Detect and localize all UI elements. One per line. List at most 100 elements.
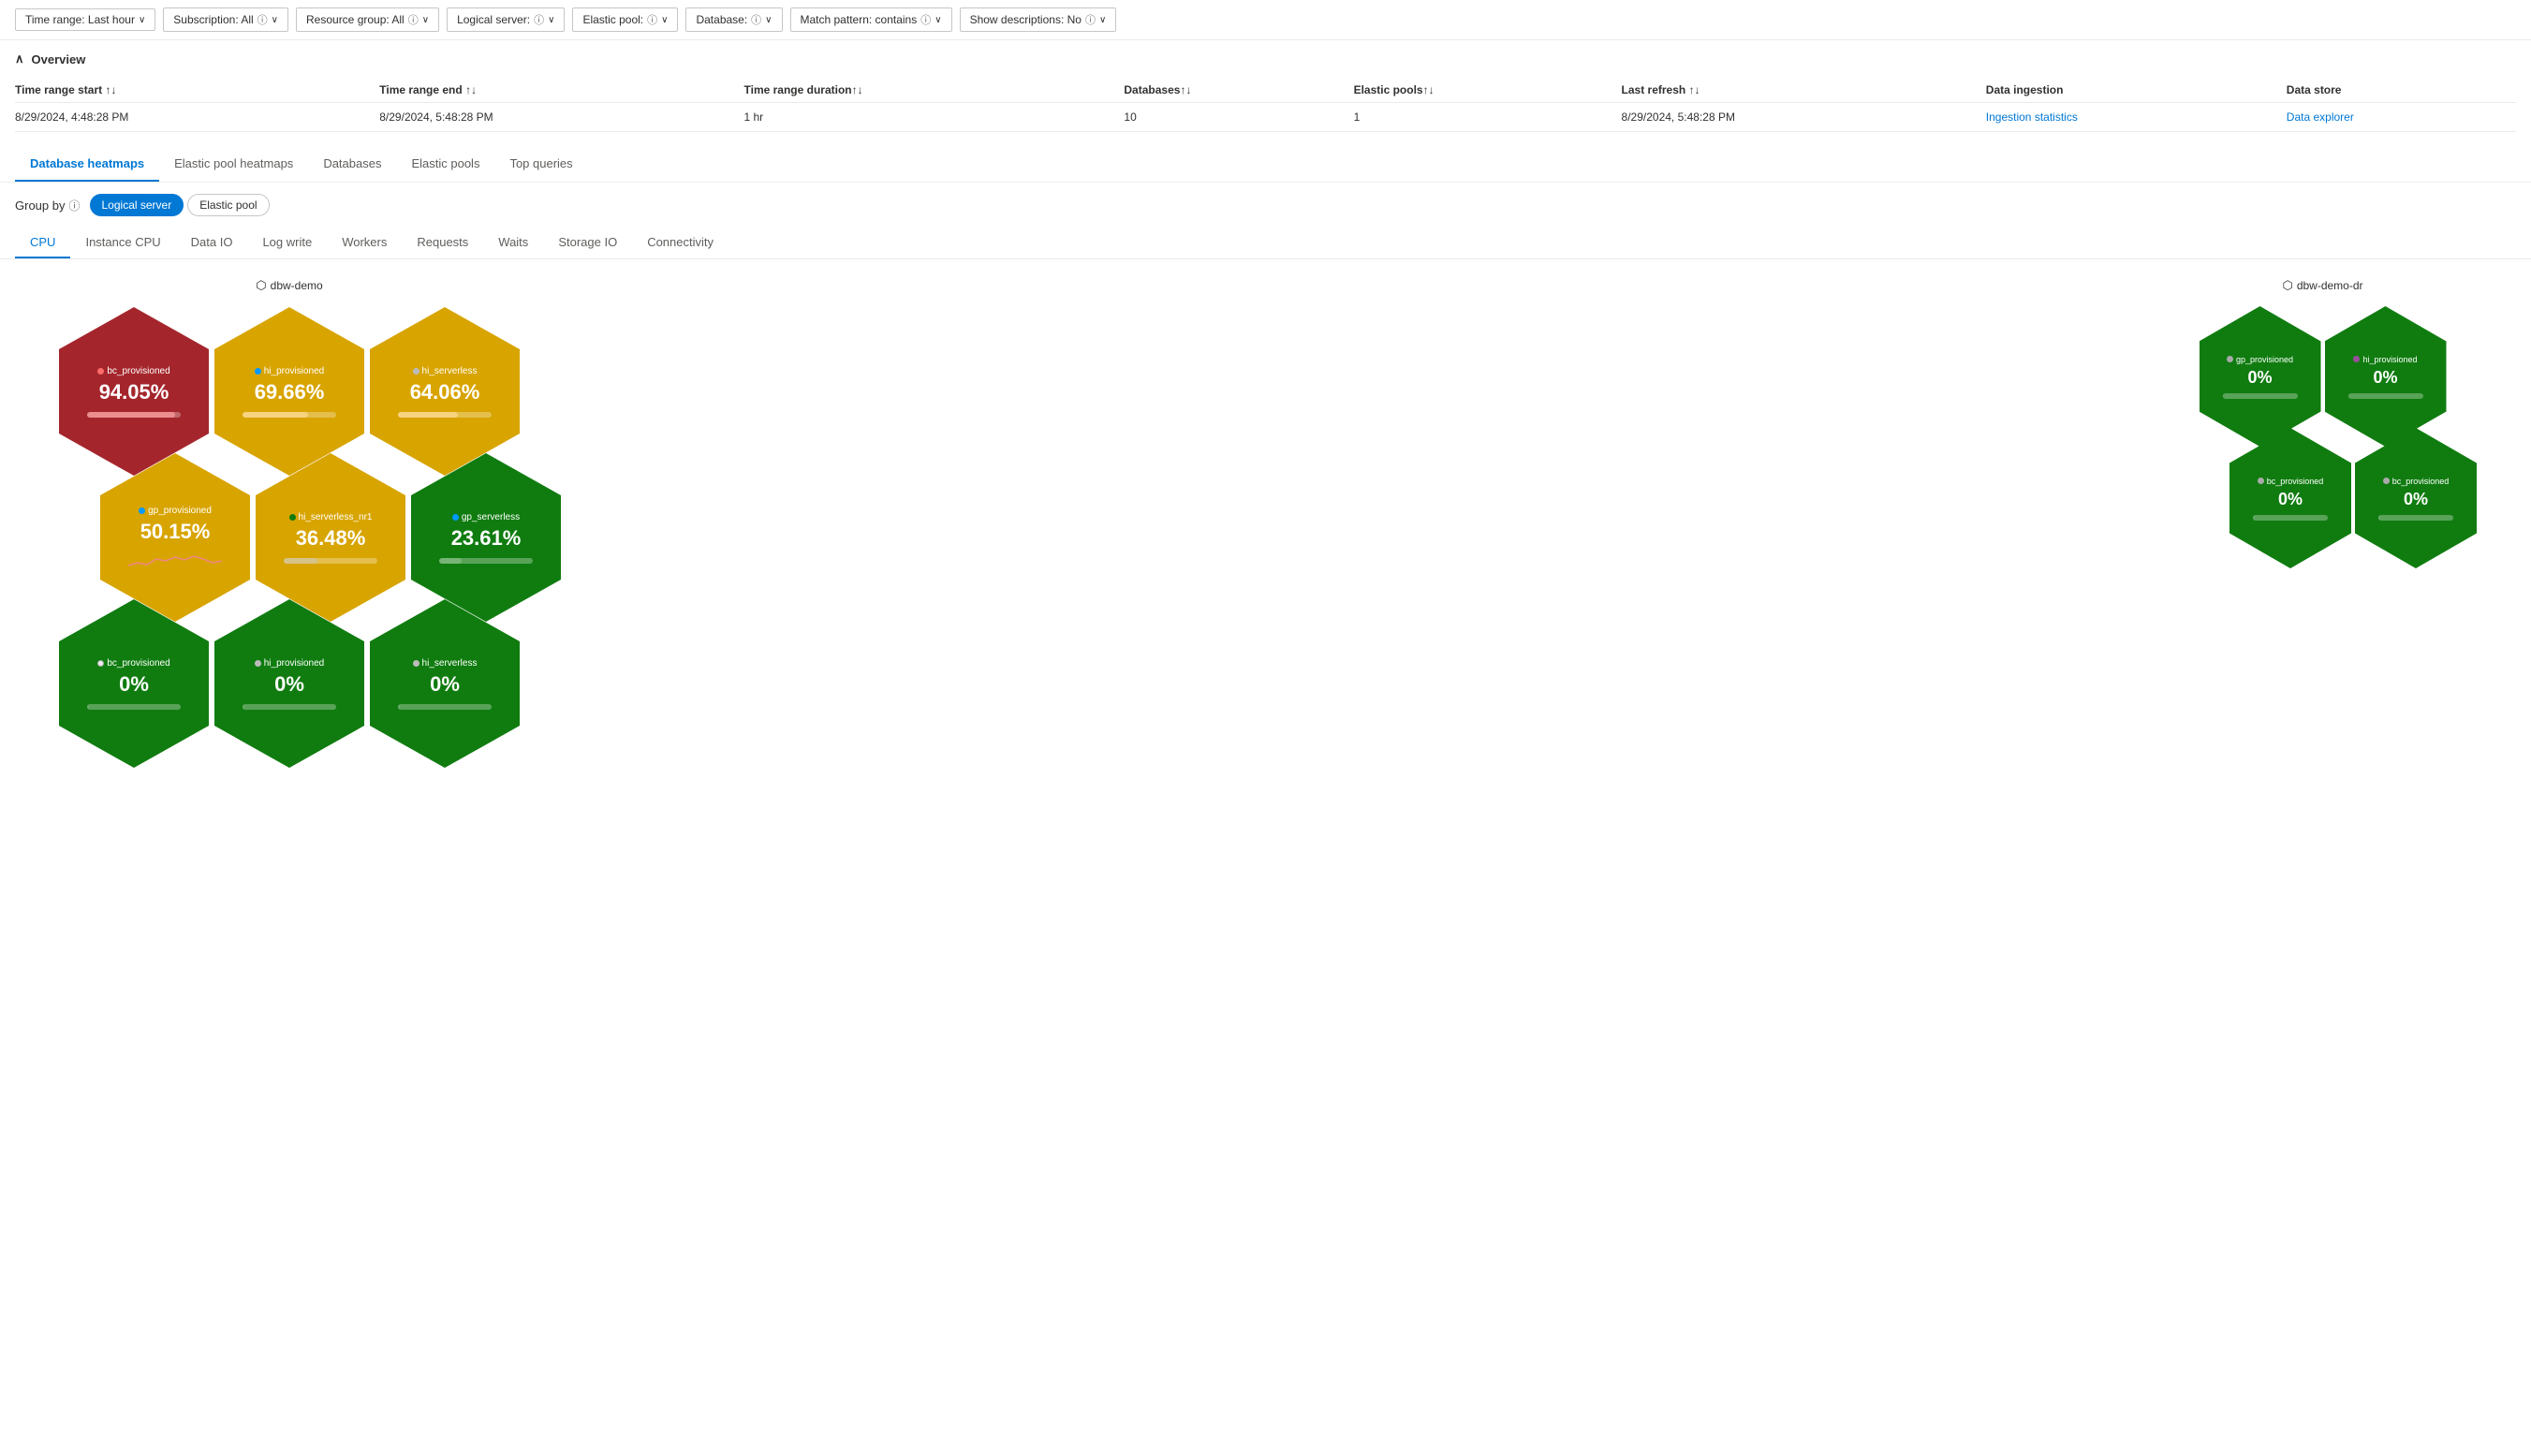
col-duration[interactable]: Time range duration↑↓: [744, 78, 1125, 103]
filter-label: Time range: Last hour: [25, 13, 135, 26]
tab-elastic-pools[interactable]: Elastic pools: [396, 147, 494, 182]
sub-tab-instance-cpu[interactable]: Instance CPU: [70, 228, 175, 258]
cluster-dbw-demo-dr-label: ⬡ dbw-demo-dr: [2282, 278, 2362, 293]
sub-tab-connectivity[interactable]: Connectivity: [632, 228, 728, 258]
sort-icon: ↑↓: [1689, 83, 1700, 96]
group-logical-server-btn[interactable]: Logical server: [90, 194, 184, 216]
group-by-section: Group by ⓘ Logical server Elastic pool: [0, 183, 2531, 228]
subscription-filter[interactable]: Subscription: All ⓘ ∨: [163, 7, 288, 32]
cell-last-refresh: 8/29/2024, 5:48:28 PM: [1622, 103, 1986, 132]
filter-label: Match pattern: contains: [801, 13, 918, 26]
overview-header[interactable]: ∧ Overview: [15, 51, 2516, 66]
sub-tab-cpu[interactable]: CPU: [15, 228, 70, 258]
filter-label: Logical server:: [457, 13, 530, 26]
hex-hi-provisioned-69[interactable]: hi_provisioned 69.66%: [214, 307, 364, 476]
col-elastic-pools[interactable]: Elastic pools↑↓: [1354, 78, 1622, 103]
info-icon: ⓘ: [1085, 12, 1096, 27]
filter-label: Database:: [696, 13, 747, 26]
elastic-pool-filter[interactable]: Elastic pool: ⓘ ∨: [572, 7, 678, 32]
tab-databases[interactable]: Databases: [308, 147, 396, 182]
hex-dr-bc-provisioned-1[interactable]: bc_provisioned 0%: [2229, 428, 2351, 568]
sort-icon: ↑↓: [1423, 83, 1435, 96]
overview-section: ∧ Overview Time range start ↑↓ Time rang…: [0, 40, 2531, 132]
main-tabs: Database heatmaps Elastic pool heatmaps …: [0, 147, 2531, 183]
hex-bc-provisioned-94[interactable]: bc_provisioned 94.05%: [59, 307, 209, 476]
col-databases[interactable]: Databases↑↓: [1124, 78, 1353, 103]
data-explorer-link[interactable]: Data explorer: [2287, 110, 2354, 124]
cluster-dbw-demo-label: ⬡ dbw-demo: [256, 278, 322, 293]
sub-tab-log-write[interactable]: Log write: [247, 228, 327, 258]
show-descriptions-filter[interactable]: Show descriptions: Noⓘ∨: [960, 7, 1117, 32]
tab-top-queries[interactable]: Top queries: [494, 147, 587, 182]
time-range-filter[interactable]: Time range: Last hour ∨: [15, 8, 155, 31]
table-row: 8/29/2024, 4:48:28 PM 8/29/2024, 5:48:28…: [15, 103, 2516, 132]
cell-duration: 1 hr: [744, 103, 1125, 132]
sub-tab-data-io[interactable]: Data IO: [176, 228, 248, 258]
sub-tab-requests[interactable]: Requests: [402, 228, 483, 258]
hex-dr-bc-provisioned-2[interactable]: bc_provisioned 0%: [2355, 428, 2477, 568]
tab-elastic-pool-heatmaps[interactable]: Elastic pool heatmaps: [159, 147, 308, 182]
group-by-options: Logical server Elastic pool: [90, 194, 270, 216]
chevron-down-icon: ∨: [765, 15, 772, 25]
sub-tab-workers[interactable]: Workers: [327, 228, 402, 258]
logical-server-filter[interactable]: Logical server: ⓘ∨: [447, 7, 565, 32]
sort-icon: ↑↓: [852, 83, 863, 96]
overview-chevron: ∧: [15, 51, 24, 66]
sort-icon: ↑↓: [105, 83, 116, 96]
hex-hi-serverless-64[interactable]: hi_serverless 64.06%: [370, 307, 520, 476]
cell-data-store[interactable]: Data explorer: [2287, 103, 2516, 132]
sort-icon: ↑↓: [465, 83, 477, 96]
hex-gp-serverless-23[interactable]: gp_serverless 23.61%: [411, 453, 561, 622]
sub-tab-waits[interactable]: Waits: [483, 228, 543, 258]
sort-icon: ↑↓: [1180, 83, 1191, 96]
info-icon: ⓘ: [647, 12, 657, 27]
filter-bar: Time range: Last hour ∨ Subscription: All ⓘ…: [0, 0, 2531, 40]
table-header-row: Time range start ↑↓ Time range end ↑↓ Ti…: [15, 78, 2516, 103]
hex-dr-gp-provisioned[interactable]: gp_provisioned 0%: [2200, 306, 2321, 447]
hex-hi-serverless-nr1-36[interactable]: hi_serverless_nr1 36.48%: [256, 453, 405, 622]
cluster-dbw-demo-dr: ⬡ dbw-demo-dr gp_provisioned 0%: [2167, 278, 2479, 771]
hex-bc-provisioned-0-1[interactable]: bc_provisioned 0%: [59, 599, 209, 768]
info-icon: ⓘ: [534, 12, 544, 27]
ingestion-statistics-link[interactable]: Ingestion statistics: [1986, 110, 2078, 124]
filter-label: Show descriptions: No: [970, 13, 1082, 26]
heatmap-spacer: [620, 278, 2111, 771]
col-data-ingestion: Data ingestion: [1986, 78, 2287, 103]
hex-dr-hi-provisioned[interactable]: hi_provisioned 0%: [2325, 306, 2447, 447]
group-by-label: Group by ⓘ: [15, 198, 81, 213]
chevron-down-icon: ∨: [422, 15, 429, 25]
group-elastic-pool-btn[interactable]: Elastic pool: [187, 194, 269, 216]
cell-time-start: 8/29/2024, 4:48:28 PM: [15, 103, 379, 132]
col-time-start[interactable]: Time range start ↑↓: [15, 78, 379, 103]
chevron-down-icon: ∨: [272, 15, 278, 25]
info-icon: ⓘ: [920, 12, 931, 27]
sub-tab-storage-io[interactable]: Storage IO: [543, 228, 632, 258]
server-icon-dr: ⬡: [2282, 278, 2292, 293]
filter-label: Subscription: All: [173, 13, 253, 26]
info-icon: ⓘ: [258, 12, 268, 27]
info-icon: ⓘ: [408, 12, 419, 27]
chevron-down-icon: ∨: [1099, 15, 1106, 25]
filter-label: Elastic pool:: [582, 13, 643, 26]
hex-row-2: bc_provisioned 0% hi_provisioned 0%: [56, 596, 522, 771]
col-last-refresh[interactable]: Last refresh ↑↓: [1622, 78, 1986, 103]
cluster-dbw-demo: ⬡ dbw-demo bc_provisioned 94.05%: [15, 278, 564, 771]
col-data-store: Data store: [2287, 78, 2516, 103]
hex-hi-serverless-0[interactable]: hi_serverless 0%: [370, 599, 520, 768]
match-pattern-filter[interactable]: Match pattern: containsⓘ∨: [790, 7, 952, 32]
chevron-down-icon: ∨: [139, 15, 145, 25]
cell-time-end: 8/29/2024, 5:48:28 PM: [379, 103, 743, 132]
overview-title: Overview: [32, 52, 86, 66]
tab-database-heatmaps[interactable]: Database heatmaps: [15, 147, 159, 182]
database-filter[interactable]: Database: ⓘ∨: [685, 7, 782, 32]
chevron-down-icon: ∨: [661, 15, 668, 25]
resource-group-filter[interactable]: Resource group: Allⓘ∨: [296, 7, 439, 32]
overview-table: Time range start ↑↓ Time range end ↑↓ Ti…: [15, 78, 2516, 132]
chevron-down-icon: ∨: [934, 15, 941, 25]
cell-data-ingestion[interactable]: Ingestion statistics: [1986, 103, 2287, 132]
hex-hi-provisioned-0[interactable]: hi_provisioned 0%: [214, 599, 364, 768]
filter-label: Resource group: All: [306, 13, 405, 26]
col-time-end[interactable]: Time range end ↑↓: [379, 78, 743, 103]
sparkline: [128, 552, 222, 570]
hex-gp-provisioned-50[interactable]: gp_provisioned 50.15%: [100, 453, 250, 622]
